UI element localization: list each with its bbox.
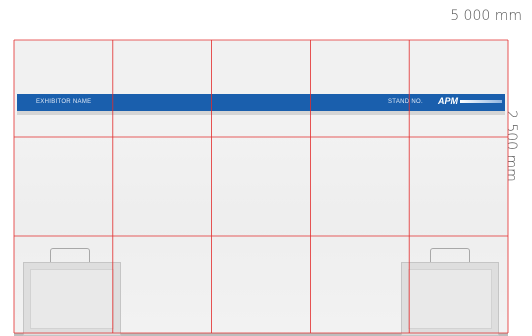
red-grid-overlay	[13, 39, 509, 334]
